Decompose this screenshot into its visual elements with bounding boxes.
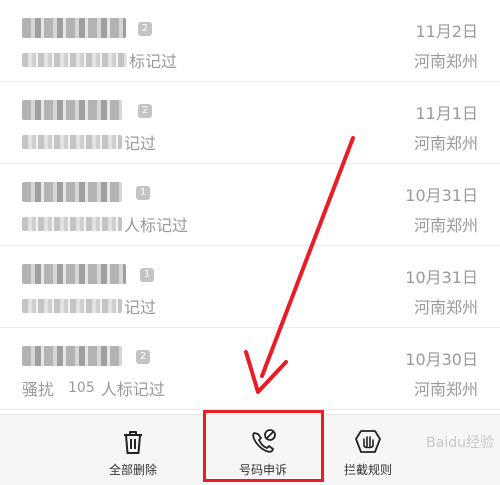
annotation-arrow <box>244 136 355 394</box>
